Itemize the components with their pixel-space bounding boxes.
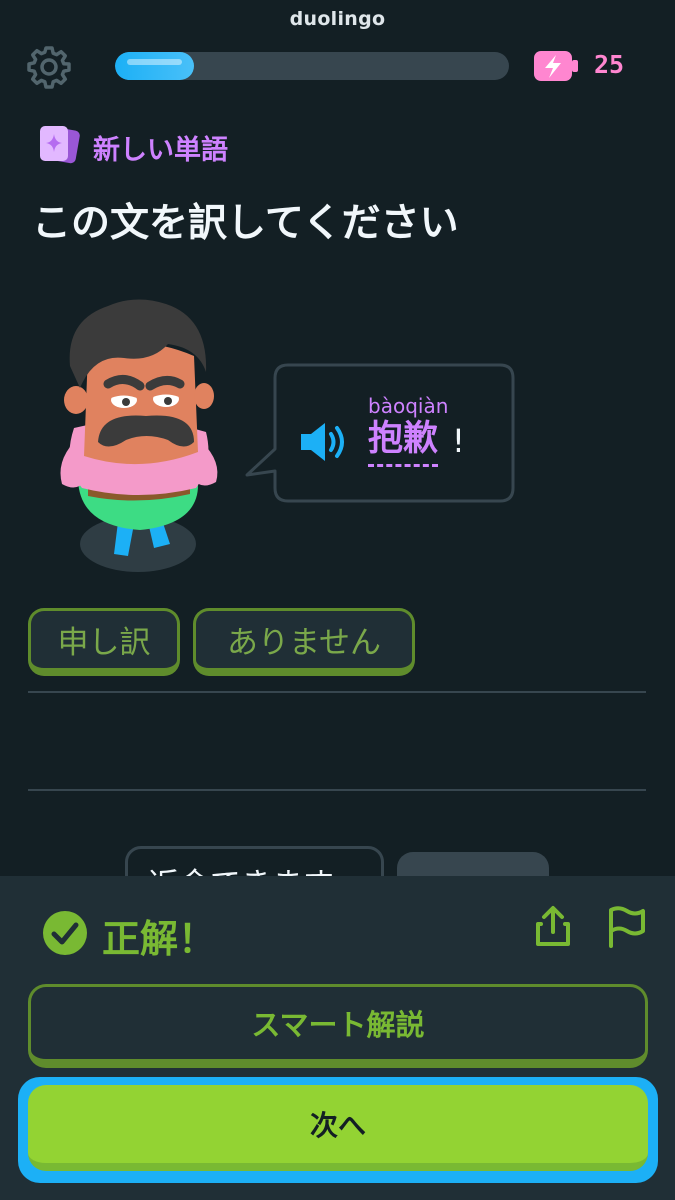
smart-explain-button[interactable]: スマート解説 bbox=[28, 984, 648, 1068]
card-sparkle-icon bbox=[40, 126, 80, 164]
prompt-pinyin: bàoqiàn bbox=[368, 394, 449, 418]
answer-chip[interactable]: 申し訳 bbox=[28, 608, 180, 676]
oscar-character-illustration bbox=[60, 299, 218, 572]
energy-count: 25 bbox=[594, 50, 625, 79]
flag-icon[interactable] bbox=[603, 904, 647, 948]
feedback-status: 正解！ bbox=[102, 917, 217, 961]
next-button[interactable]: 次へ bbox=[28, 1085, 648, 1171]
answer-line bbox=[28, 789, 646, 791]
speaker-icon[interactable] bbox=[297, 420, 349, 464]
prompt-punctuation: ! bbox=[452, 422, 465, 460]
exercise-instruction: この文を訳してください bbox=[32, 201, 459, 246]
answer-chip[interactable]: ありません bbox=[193, 608, 415, 676]
checkmark-circle-icon bbox=[43, 911, 87, 955]
lesson-progress-fill bbox=[115, 52, 194, 80]
prompt-hanzi[interactable]: 抱歉 bbox=[368, 418, 439, 467]
app-title: duolingo bbox=[289, 8, 386, 30]
share-icon[interactable] bbox=[531, 904, 575, 948]
progress-shine bbox=[127, 59, 182, 65]
answer-line bbox=[28, 691, 646, 693]
lesson-progress-bar bbox=[115, 52, 509, 80]
new-word-badge: 新しい単語 bbox=[93, 135, 228, 166]
battery-bolt-icon[interactable] bbox=[532, 48, 580, 84]
gear-icon[interactable] bbox=[26, 44, 72, 90]
